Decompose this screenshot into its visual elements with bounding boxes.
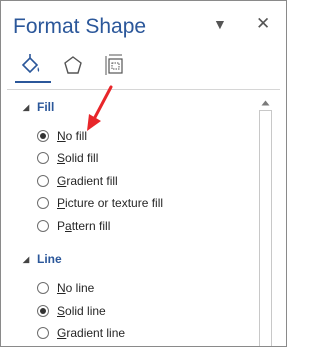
option-label-key: S — [57, 151, 66, 165]
pane-content: ◢ Fill No fill Solid fill Gradient fill … — [1, 90, 286, 346]
option-label-post: olid fill — [65, 151, 99, 165]
pane-options-dropdown[interactable]: ▼ — [213, 16, 227, 32]
pentagon-icon — [64, 56, 82, 74]
option-label-post: icture or texture fill — [65, 196, 164, 210]
collapse-triangle-icon: ◢ — [23, 102, 30, 112]
radio-icon[interactable] — [37, 220, 49, 232]
annotation-arrow-icon — [87, 85, 113, 131]
option-label-post: radient line — [66, 326, 126, 340]
fill-section-heading: Fill — [37, 100, 55, 114]
radio-icon[interactable] — [37, 175, 49, 187]
option-label-key: P — [57, 196, 66, 210]
fill-section-toggle[interactable]: ◢ Fill — [23, 100, 54, 114]
option-label-key: G — [57, 174, 67, 188]
radio-icon[interactable] — [37, 152, 49, 164]
size-layout-icon — [105, 54, 123, 75]
option-label-key: G — [57, 326, 67, 340]
pane-tabs — [15, 51, 145, 83]
scroll-up-icon[interactable] — [259, 97, 272, 109]
option-label-post: ttern fill — [71, 219, 111, 233]
line-section-toggle[interactable]: ◢ Line — [23, 252, 62, 266]
gradient-line-option[interactable]: Gradient line — [37, 326, 125, 340]
tab-effects[interactable] — [59, 51, 87, 79]
solid-fill-option[interactable]: Solid fill — [37, 151, 98, 165]
option-label-key: a — [65, 219, 72, 233]
radio-icon[interactable] — [37, 327, 49, 339]
selected-tab-indicator — [15, 81, 51, 83]
line-section-heading: Line — [37, 252, 62, 266]
radio-icon[interactable] — [37, 197, 49, 209]
option-label-key: N — [57, 129, 66, 143]
radio-icon[interactable] — [37, 282, 49, 294]
close-icon[interactable]: ✕ — [256, 15, 270, 32]
scrollbar-track[interactable] — [259, 110, 272, 346]
option-label-post: radient fill — [66, 174, 118, 188]
collapse-triangle-icon: ◢ — [23, 254, 30, 264]
option-label-post: o line — [65, 281, 95, 295]
pattern-fill-option[interactable]: Pa ttern fill — [37, 219, 110, 233]
vertical-scrollbar[interactable] — [259, 97, 272, 346]
option-label-post: olid line — [65, 304, 106, 318]
no-fill-option[interactable]: No fill — [37, 129, 87, 143]
no-line-option[interactable]: No line — [37, 281, 94, 295]
tab-fill-line[interactable] — [17, 51, 45, 79]
picture-texture-fill-option[interactable]: Picture or texture fill — [37, 196, 163, 210]
radio-selected-icon[interactable] — [37, 305, 49, 317]
format-shape-pane: Format Shape ▼ ✕ ◢ Fill N o fill S olid … — [0, 0, 287, 347]
pane-title: Format Shape — [13, 15, 147, 38]
option-label-key: S — [57, 304, 66, 318]
tab-size-properties[interactable] — [101, 51, 129, 79]
paint-bucket-icon — [21, 54, 40, 74]
radio-selected-icon[interactable] — [37, 130, 49, 142]
solid-line-option[interactable]: Solid line — [37, 304, 106, 318]
option-label-pre: P — [57, 219, 66, 233]
gradient-fill-option[interactable]: Gradient fill — [37, 174, 118, 188]
option-label-key: N — [57, 281, 66, 295]
